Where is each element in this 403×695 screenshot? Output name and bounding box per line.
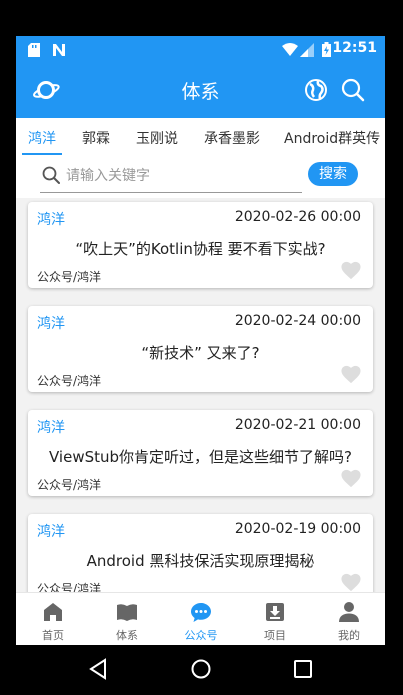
nav-projects[interactable]: 项目 [238, 593, 312, 645]
article-date: 2020-02-26 00:00 [234, 209, 361, 225]
chat-icon [190, 601, 212, 627]
article-chapter: 公众号/鸿洋 [37, 582, 102, 592]
nav-official-accounts-label: 公众号 [184, 629, 218, 642]
home-circle-icon[interactable] [190, 658, 212, 684]
nav-mine-label: 我的 [338, 629, 360, 642]
tab-chengxiangmoying[interactable]: 承香墨影 [204, 128, 260, 148]
article-chapter: 公众号/鸿洋 [37, 374, 102, 388]
search-field-icon [42, 166, 60, 188]
nav-system-label: 体系 [116, 629, 138, 642]
system-navigation-bar [0, 645, 403, 695]
article-list[interactable]: 鸿洋 2020-02-26 00:00 “吹上天”的Kotlin协程 要不看下实… [16, 198, 385, 592]
article-date: 2020-02-21 00:00 [234, 417, 361, 433]
article-chapter: 公众号/鸿洋 [37, 270, 102, 284]
article-card[interactable]: 鸿洋 2020-02-26 00:00 “吹上天”的Kotlin协程 要不看下实… [28, 202, 373, 288]
author-tabs: 鸿洋 郭霖 玉刚说 承香墨影 Android群英传 [16, 118, 385, 156]
nav-projects-label: 项目 [264, 629, 286, 642]
article-author[interactable]: 鸿洋 [37, 417, 65, 437]
search-button[interactable]: 搜索 [308, 162, 358, 186]
favorite-heart-icon[interactable] [340, 260, 362, 284]
tab-indicator [22, 153, 62, 155]
signal-icon [300, 42, 314, 61]
bottom-navigation: 首页 体系 公众号 项目 我的 [16, 592, 385, 645]
tab-guolin[interactable]: 郭霖 [82, 128, 110, 148]
recent-apps-icon[interactable] [293, 659, 313, 683]
search-bar: 搜索 [16, 156, 385, 198]
search-input[interactable] [64, 164, 298, 188]
article-chapter: 公众号/鸿洋 [37, 478, 102, 492]
article-card[interactable]: 鸿洋 2020-02-19 00:00 Android 黑科技保活实现原理揭秘 … [28, 514, 373, 592]
book-icon [116, 601, 138, 627]
app-bar: 体系 [16, 62, 385, 118]
home-icon [42, 601, 64, 627]
article-author[interactable]: 鸿洋 [37, 313, 65, 333]
article-title[interactable]: Android 黑科技保活实现原理揭秘 [28, 550, 373, 571]
app-screen: 12:51 体系 鸿洋 郭霖 玉刚说 承香墨影 Android群英传 搜索 鸿洋… [16, 36, 385, 645]
status-time: 12:51 [332, 40, 377, 56]
favorite-heart-icon[interactable] [340, 572, 362, 592]
article-title[interactable]: “新技术” 又来了? [28, 342, 373, 363]
nav-home-label: 首页 [42, 629, 64, 642]
tab-hongyang[interactable]: 鸿洋 [28, 128, 56, 148]
battery-charging-icon [322, 42, 331, 61]
article-title[interactable]: ViewStub你肯定听过，但是这些细节了解吗? [28, 446, 373, 467]
n-notification-icon [52, 42, 66, 61]
favorite-heart-icon[interactable] [340, 468, 362, 492]
wifi-icon [282, 42, 298, 61]
search-underline [40, 192, 302, 193]
article-card[interactable]: 鸿洋 2020-02-21 00:00 ViewStub你肯定听过，但是这些细节… [28, 410, 373, 496]
tab-android-qunyingzhuan[interactable]: Android群英传 [284, 128, 380, 148]
favorite-heart-icon[interactable] [340, 364, 362, 388]
nav-system[interactable]: 体系 [90, 593, 164, 645]
article-author[interactable]: 鸿洋 [37, 521, 65, 541]
nav-mine[interactable]: 我的 [312, 593, 385, 645]
sd-card-icon [28, 42, 40, 61]
nav-home[interactable]: 首页 [16, 593, 90, 645]
nav-official-accounts[interactable]: 公众号 [164, 593, 238, 645]
globe-icon[interactable] [302, 76, 330, 104]
article-date: 2020-02-19 00:00 [234, 521, 361, 537]
article-card[interactable]: 鸿洋 2020-02-24 00:00 “新技术” 又来了? 公众号/鸿洋 [28, 306, 373, 392]
search-icon[interactable] [339, 76, 367, 104]
article-title[interactable]: “吹上天”的Kotlin协程 要不看下实战? [28, 238, 373, 259]
article-date: 2020-02-24 00:00 [234, 313, 361, 329]
tab-yugangshuo[interactable]: 玉刚说 [136, 128, 178, 148]
back-icon[interactable] [88, 658, 108, 684]
status-bar: 12:51 [16, 36, 385, 62]
download-box-icon [264, 601, 286, 627]
article-author[interactable]: 鸿洋 [37, 209, 65, 229]
person-icon [338, 601, 360, 627]
